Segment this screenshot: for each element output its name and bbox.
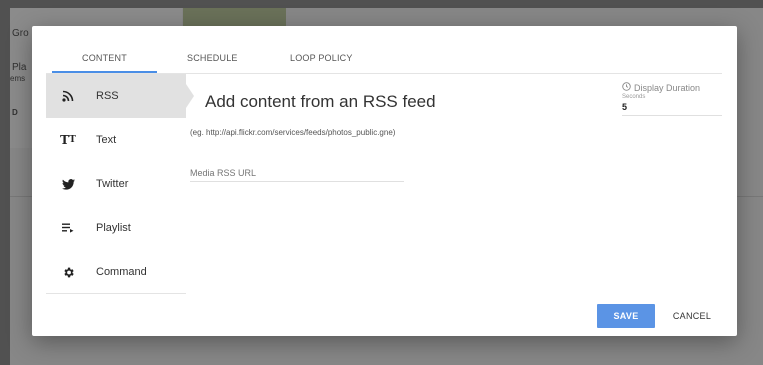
url-example-hint: (eg. http://api.flickr.com/services/feed… (190, 128, 396, 137)
page-title: Add content from an RSS feed (205, 92, 436, 111)
text-icon: TT (60, 133, 76, 147)
sidebar-item-label: Playlist (96, 222, 131, 234)
display-duration-label: Display Duration (634, 82, 701, 93)
sidebar-item-playlist[interactable]: Playlist (46, 206, 186, 250)
sidebar-item-label: Command (96, 266, 147, 278)
twitter-icon (46, 178, 90, 190)
cancel-button[interactable]: CANCEL (663, 304, 721, 328)
sidebar-item-rss[interactable]: RSS (46, 74, 194, 118)
display-duration-header: Display Duration (622, 82, 722, 93)
gear-icon (46, 266, 90, 279)
sidebar-item-command[interactable]: Command (46, 250, 186, 294)
sidebar-item-label: RSS (96, 90, 119, 102)
tab-schedule[interactable]: SCHEDULE (187, 53, 238, 63)
content-type-sidebar: RSS TT Text Twitter Playlist Command (46, 74, 194, 294)
playlist-icon (46, 223, 90, 233)
tab-loop-policy[interactable]: LOOP POLICY (290, 53, 353, 63)
tab-content[interactable]: CONTENT (52, 53, 157, 73)
sidebar-item-text[interactable]: TT Text (46, 118, 186, 162)
display-duration-input[interactable] (622, 100, 722, 116)
tab-bar: CONTENT SCHEDULE LOOP POLICY (46, 40, 722, 74)
clock-icon (622, 82, 631, 93)
sidebar-item-twitter[interactable]: Twitter (46, 162, 186, 206)
add-content-dialog: CONTENT SCHEDULE LOOP POLICY RSS TT Text… (32, 26, 737, 336)
media-rss-url-input[interactable] (190, 164, 404, 182)
rss-icon (46, 90, 90, 102)
display-duration-field: Display Duration Seconds (622, 82, 722, 116)
sidebar-item-label: Twitter (96, 178, 129, 190)
save-button[interactable]: SAVE (597, 304, 655, 328)
sidebar-item-label: Text (96, 134, 117, 146)
